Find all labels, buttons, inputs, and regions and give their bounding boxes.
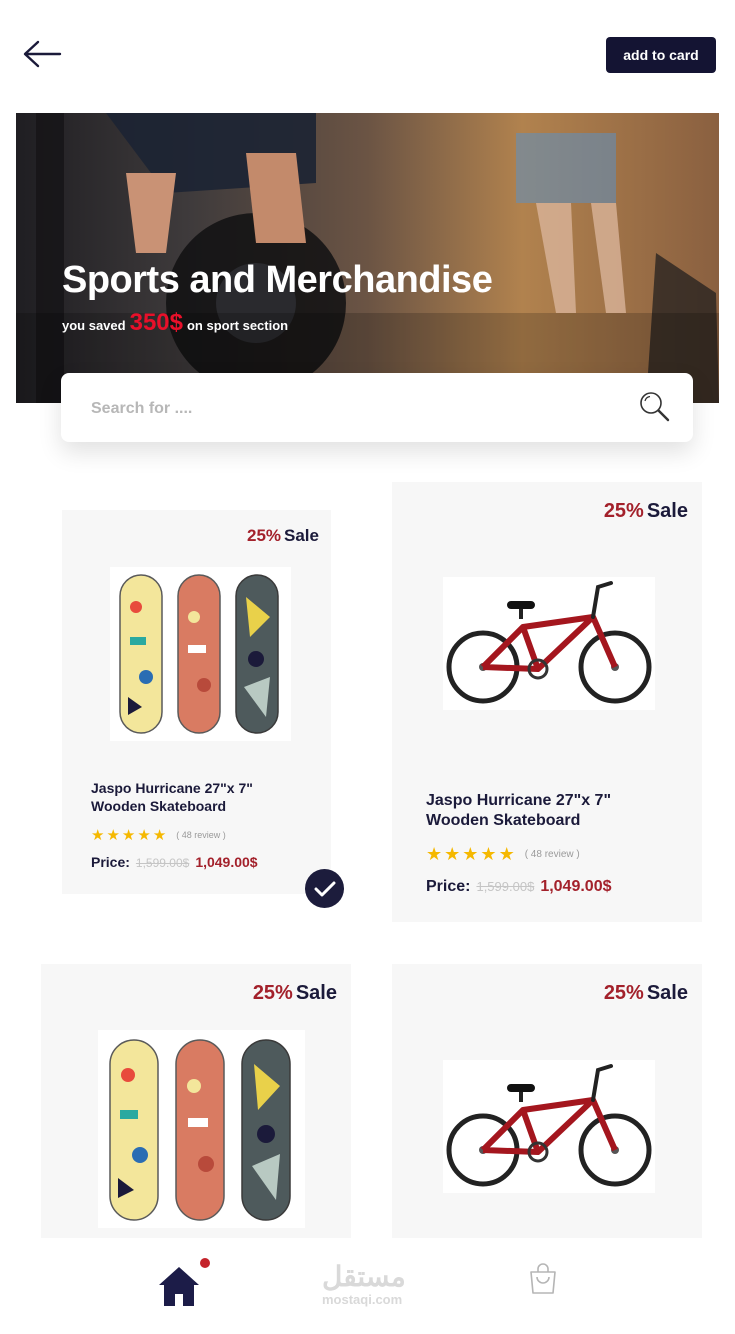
- product-card[interactable]: 25% Sale Jaspo Hurricane 27"x 7" Wooden …: [392, 482, 702, 922]
- sale-badge: 25% Sale: [604, 982, 688, 1005]
- hero-banner: Sports and Merchandise you saved 350$ on…: [16, 113, 719, 403]
- product-card[interactable]: 25% Sale: [41, 964, 351, 1238]
- star-icon: ★: [137, 827, 151, 844]
- rating-stars: ★ ★ ★ ★ ★ ( 48 review ): [426, 844, 580, 865]
- sale-badge: 25% Sale: [247, 526, 319, 546]
- add-to-card-button[interactable]: add to card: [606, 37, 716, 73]
- new-price: 1,049.00$: [195, 854, 258, 870]
- sale-label: Sale: [295, 982, 337, 1004]
- skateboards-image: [110, 567, 291, 741]
- watermark-latin: mostaqi.com: [322, 1292, 403, 1307]
- price-row: Price: 1,599.00$ 1,049.00$: [426, 878, 612, 896]
- price-label: Price:: [426, 878, 471, 895]
- bicycle-image: [443, 577, 655, 710]
- hero-saved-amount: 350$: [129, 309, 183, 336]
- search-icon[interactable]: [639, 391, 671, 423]
- price-row: Price: 1,599.00$ 1,049.00$: [91, 854, 258, 870]
- sale-percent: 25%: [603, 500, 644, 522]
- product-name[interactable]: Jaspo Hurricane 27"x 7" Wooden Skateboar…: [426, 791, 666, 831]
- new-price: 1,049.00$: [540, 878, 612, 895]
- sale-badge: 25% Sale: [604, 500, 688, 523]
- product-card[interactable]: 25% Sale: [392, 964, 702, 1238]
- skateboards-image: [98, 1030, 305, 1228]
- review-count: ( 48 review ): [524, 849, 580, 860]
- rating-stars: ★ ★ ★ ★ ★ ( 48 review ): [91, 826, 226, 844]
- old-price: 1,599.00$: [135, 856, 190, 870]
- product-name[interactable]: Jaspo Hurricane 27"x 7" Wooden Skateboar…: [91, 780, 311, 815]
- sale-badge: 25% Sale: [253, 982, 337, 1005]
- sale-label: Sale: [646, 500, 688, 522]
- star-icon: ★: [152, 827, 167, 844]
- hero-subtitle: you saved 350$ on sport section: [62, 309, 288, 337]
- sale-percent: 25%: [252, 982, 293, 1004]
- sale-label: Sale: [284, 526, 319, 545]
- star-icon: ★: [106, 827, 120, 844]
- price-label: Price:: [91, 854, 130, 870]
- hero-photo: [16, 113, 719, 403]
- old-price: 1,599.00$: [476, 879, 535, 894]
- star-icon: ★: [498, 844, 515, 864]
- star-icon: ★: [91, 827, 105, 844]
- hero-subtitle-prefix: you saved: [62, 318, 126, 333]
- search-bar: [61, 373, 693, 444]
- shopping-bag-icon[interactable]: [528, 1263, 558, 1295]
- sale-percent: 25%: [603, 982, 644, 1004]
- product-card[interactable]: 25% Sale Jaspo Hurricane 27"x 7" Wooden …: [62, 510, 331, 894]
- search-input[interactable]: [89, 373, 613, 444]
- watermark-arabic: مستقل: [322, 1261, 406, 1292]
- bicycle-image: [443, 1060, 655, 1193]
- hero-title: Sports and Merchandise: [62, 259, 493, 301]
- star-icon: ★: [444, 844, 461, 864]
- review-count: ( 48 review ): [176, 830, 226, 840]
- back-arrow-icon[interactable]: [20, 36, 64, 72]
- star-icon: ★: [480, 844, 497, 864]
- sale-label: Sale: [646, 982, 688, 1004]
- home-icon[interactable]: [156, 1264, 202, 1308]
- hero-subtitle-suffix: on sport section: [186, 318, 289, 333]
- checkmark-icon[interactable]: [305, 869, 344, 908]
- star-icon: ★: [462, 844, 479, 864]
- sale-percent: 25%: [246, 526, 282, 545]
- notification-dot: [200, 1258, 210, 1268]
- star-icon: ★: [426, 844, 443, 864]
- star-icon: ★: [121, 827, 136, 844]
